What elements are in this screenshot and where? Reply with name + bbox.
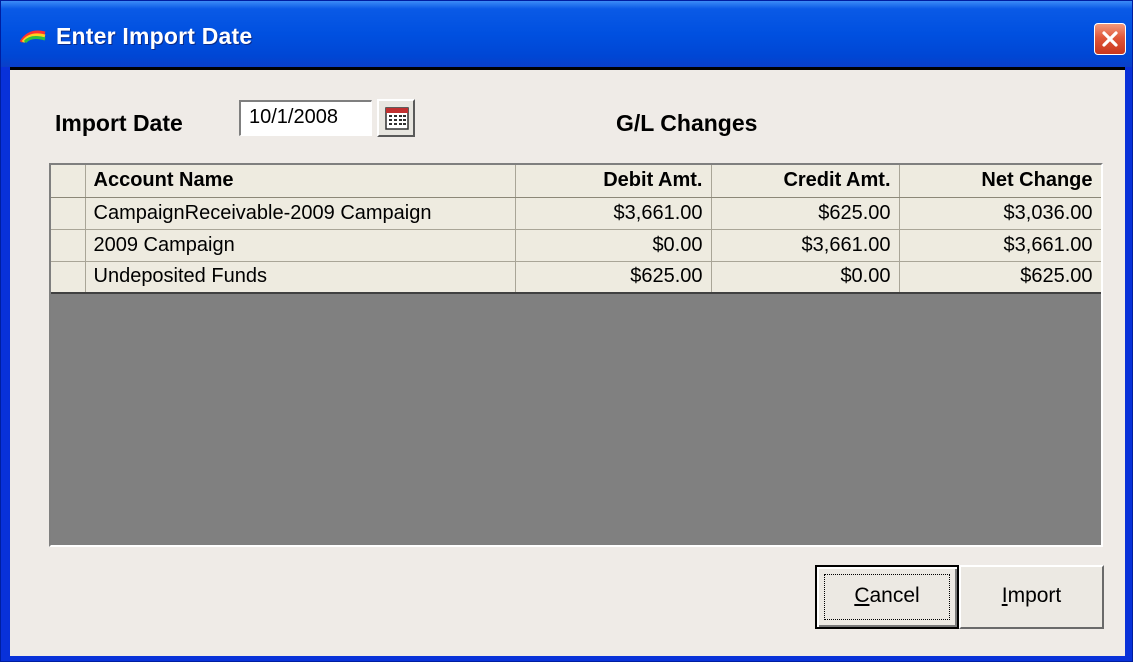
col-header-account-name[interactable]: Account Name xyxy=(85,165,516,198)
row-selector-header[interactable] xyxy=(51,165,86,198)
net-change-cell: $3,661.00 xyxy=(899,229,1101,262)
credit-amt-cell: $3,661.00 xyxy=(711,229,900,262)
close-icon xyxy=(1102,31,1118,47)
import-button[interactable]: Import xyxy=(959,565,1104,629)
row-selector[interactable] xyxy=(51,229,86,262)
table-row[interactable]: CampaignReceivable-2009 Campaign $3,661.… xyxy=(51,197,1101,230)
col-header-net-change[interactable]: Net Change xyxy=(899,165,1101,198)
dialog-body: Import Date 10/1/2008 G/L Changes Accoun… xyxy=(10,67,1125,656)
account-name-cell: 2009 Campaign xyxy=(85,229,516,262)
net-change-cell: $3,036.00 xyxy=(899,197,1101,230)
dialog-window: Enter Import Date Import Date 10/1/2008 … xyxy=(0,0,1133,662)
rainbow-arc-icon xyxy=(19,30,46,43)
gl-changes-grid[interactable]: Account Name Debit Amt. Credit Amt. Net … xyxy=(49,163,1103,547)
credit-amt-cell: $0.00 xyxy=(711,261,900,294)
debit-amt-cell: $3,661.00 xyxy=(515,197,712,230)
import-date-field[interactable]: 10/1/2008 xyxy=(239,100,372,136)
debit-amt-cell: $0.00 xyxy=(515,229,712,262)
account-name-cell: CampaignReceivable-2009 Campaign xyxy=(85,197,516,230)
credit-amt-cell: $625.00 xyxy=(711,197,900,230)
table-header-row: Account Name Debit Amt. Credit Amt. Net … xyxy=(51,165,1101,198)
calendar-button[interactable] xyxy=(377,99,415,137)
gl-table: Account Name Debit Amt. Credit Amt. Net … xyxy=(51,165,1101,294)
window-title: Enter Import Date xyxy=(56,23,253,49)
net-change-cell: $625.00 xyxy=(899,261,1101,294)
import-label: mport xyxy=(1007,584,1062,607)
calendar-icon xyxy=(385,107,409,130)
table-row[interactable]: Undeposited Funds $625.00 $0.00 $625.00 xyxy=(51,261,1101,294)
account-name-cell: Undeposited Funds xyxy=(85,261,516,294)
close-button[interactable] xyxy=(1094,23,1126,55)
col-header-credit-amt[interactable]: Credit Amt. xyxy=(711,165,900,198)
focus-rectangle xyxy=(824,574,950,620)
row-selector[interactable] xyxy=(51,197,86,230)
cancel-button[interactable]: Cancel xyxy=(815,565,959,629)
debit-amt-cell: $625.00 xyxy=(515,261,712,294)
row-selector[interactable] xyxy=(51,261,86,294)
title-bar[interactable]: Enter Import Date xyxy=(1,1,1132,67)
import-date-label: Import Date xyxy=(55,110,183,136)
table-row[interactable]: 2009 Campaign $0.00 $3,661.00 $3,661.00 xyxy=(51,229,1101,262)
gl-changes-heading: G/L Changes xyxy=(616,110,758,136)
col-header-debit-amt[interactable]: Debit Amt. xyxy=(515,165,712,198)
